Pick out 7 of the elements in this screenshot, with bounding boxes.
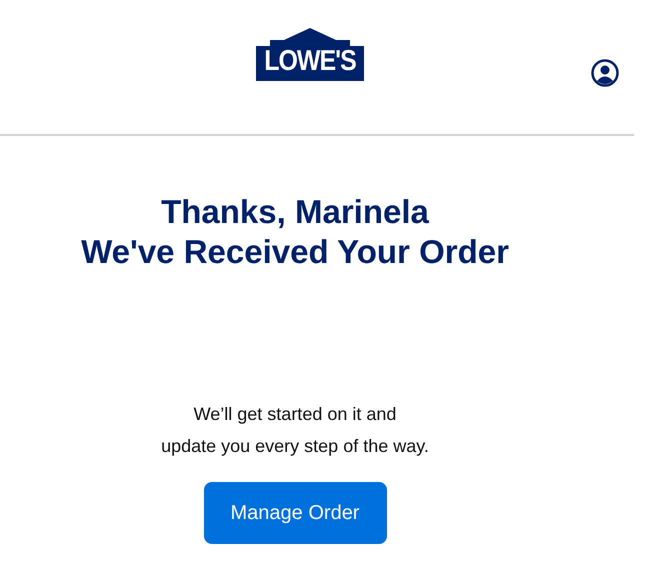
heading-line: Thanks, Marinela — [161, 192, 429, 232]
manage-order-button[interactable]: Manage Order — [204, 482, 386, 544]
account-icon[interactable] — [591, 59, 619, 87]
message-line: We’ll get started on it and — [194, 403, 396, 426]
heading-line: We've Received Your Order — [81, 232, 509, 272]
logo[interactable]: LOWE'S — [256, 28, 364, 81]
message-line: update you every step of the way. — [161, 435, 429, 458]
